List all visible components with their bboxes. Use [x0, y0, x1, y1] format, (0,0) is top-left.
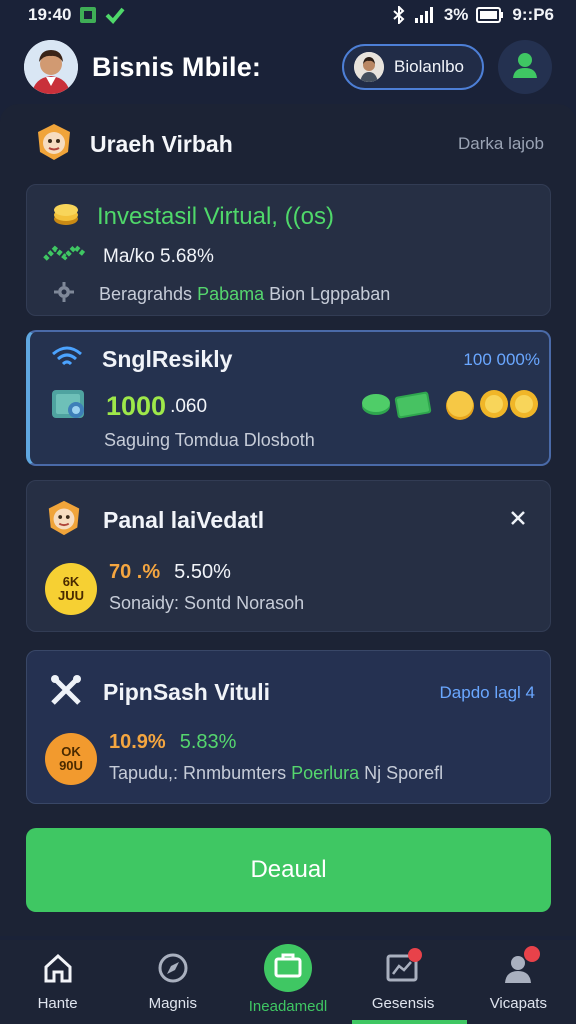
card-title-row: Panal laiVedatl — [45, 499, 264, 542]
status-clock-right: 9::P6 — [512, 5, 554, 24]
coin-badge-bottom: JUU — [57, 588, 84, 603]
active-bubble — [263, 943, 312, 992]
money-coins-illustration-icon — [360, 384, 540, 429]
card-stat-row: Ma/ko 5.68% — [43, 243, 214, 271]
coin-badge: OK 90U — [45, 733, 97, 785]
wifi-icon — [50, 344, 84, 375]
card-stat-row: 70 .% 5.50% — [109, 561, 231, 584]
mascot-icon — [34, 122, 74, 167]
caption-prefix: Tapudu,: Rnmbumters — [109, 763, 292, 783]
coin-badge-top: 6K — [62, 574, 80, 589]
nav-item-magnis[interactable]: Magnis — [115, 940, 230, 1024]
app-header: Bisnis Mbile: Biolanlbo — [0, 36, 576, 98]
panel-card[interactable]: Panal laiVedatl 6K JUU 70 .% 5.50% Sonai… — [26, 480, 551, 632]
nav-item-vicapats[interactable]: Vicapats — [461, 940, 576, 1024]
user-icon — [512, 51, 538, 84]
briefcase-icon — [274, 952, 302, 983]
coin-badge: 6K JUU — [45, 563, 97, 615]
nav-label: Gesensis — [371, 995, 435, 1012]
card-title-row: SnglResikly 100 000% — [50, 344, 540, 375]
gear-icon — [53, 281, 75, 308]
card-stat: Ma/ko 5.68% — [103, 246, 214, 267]
safe-icon — [50, 386, 88, 427]
card-caption-row: Tapudu,: Rnmbumters Poerlura Nj Sporefl — [109, 763, 443, 784]
chart-board-icon — [386, 948, 423, 989]
card-title: Panal laiVedatl — [103, 507, 265, 533]
avatar[interactable] — [24, 40, 78, 94]
investment-card[interactable]: Investasil Virtual, ((os) Ma/ko 5.68% Be… — [26, 184, 551, 316]
status-right: 3% 9::P6 — [392, 5, 554, 25]
nav-label: Hante — [37, 995, 78, 1012]
card-caption-row: Beragrahds Pabama Bion Lgppaban — [53, 281, 390, 308]
caption-highlight: Pabama — [197, 284, 265, 304]
card-caption: Sonaidy: Sontd Norasoh — [109, 593, 305, 613]
app-notification-icon — [79, 6, 97, 24]
section-header: Uraeh Virbah Darka lajob — [34, 120, 544, 168]
caption-suffix: Nj Sporefl — [359, 763, 444, 783]
battery-percent: 3% — [443, 5, 469, 24]
active-tab-indicator — [352, 1020, 467, 1024]
bluetooth-icon — [392, 6, 406, 24]
nav-label: Magnis — [148, 995, 197, 1012]
status-time: 19:40 — [28, 5, 72, 24]
amount-main: 1000 — [106, 391, 167, 421]
card-title: SnglResikly — [102, 346, 233, 372]
section-link[interactable]: Darka lajob — [458, 134, 544, 154]
pct-white: 5.50% — [174, 561, 231, 583]
account-label: Biolanlbo — [394, 57, 464, 76]
status-left: 19:40 — [28, 5, 126, 25]
account-switcher-button[interactable]: Biolanlbo — [342, 44, 484, 90]
home-icon — [42, 952, 74, 989]
card-caption-row: Sonaidy: Sontd Norasoh — [109, 593, 304, 614]
section-title: Uraeh Virbah — [90, 130, 233, 157]
app-title: Bisnis Mbile: — [92, 51, 262, 82]
nav-item-ineadamedl[interactable]: Ineadamedl — [230, 940, 345, 1024]
card-caption: Saguing Tomdua Dlosboth — [104, 430, 315, 450]
close-button[interactable] — [504, 503, 532, 531]
money-stack-icon — [43, 243, 87, 271]
coins-icon — [51, 199, 81, 234]
card-title: Investasil Virtual, ((os) — [97, 202, 334, 230]
vault-card[interactable]: PipnSash Vituli Dapdo lagl 4 OK 90U 10.9… — [26, 650, 551, 804]
close-icon — [510, 502, 526, 533]
mascot-icon — [45, 499, 83, 542]
card-title-row: Investasil Virtual, ((os) — [51, 199, 334, 234]
card-right-value: 100 000% — [463, 349, 540, 369]
caption-highlight: Poerlura — [291, 763, 360, 783]
profile-button[interactable] — [498, 40, 552, 94]
pct-orange: 70 .% — [109, 561, 161, 583]
card-stat-row: 10.9% 5.83% — [109, 731, 236, 754]
notification-dot — [524, 946, 541, 962]
bottom-nav: Hante Magnis Ineadamedl Gesensis Vicapat… — [0, 940, 576, 1024]
check-shield-icon — [105, 6, 126, 24]
battery-icon — [476, 7, 504, 23]
status-bar: 19:40 3% 9::P6 — [0, 0, 576, 30]
account-avatar-icon — [354, 52, 385, 82]
card-caption-row: Saguing Tomdua Dlosboth — [104, 430, 315, 451]
signal-icon — [414, 6, 436, 24]
nav-item-home[interactable]: Hante — [0, 940, 115, 1024]
single-risk-card[interactable]: SnglResikly 100 000% 1000 .060 Saguing T… — [26, 330, 551, 466]
amount-suffix: .060 — [170, 395, 208, 417]
card-title-row: PipnSash Vituli Dapdo lagl 4 — [49, 673, 535, 712]
caption-prefix: Beragrahds — [99, 284, 198, 304]
tools-icon — [49, 673, 83, 712]
user-icon — [502, 946, 541, 989]
pct-green: 5.83% — [179, 731, 237, 753]
nav-item-gesensis[interactable]: Gesensis — [346, 940, 461, 1024]
nav-label: Vicapats — [489, 995, 547, 1012]
card-title: PipnSash Vituli — [103, 679, 270, 705]
caption-suffix: Bion Lgppaban — [264, 284, 391, 304]
compass-icon — [157, 952, 189, 989]
primary-action-button[interactable]: Deaual — [26, 828, 551, 912]
coin-badge-top: OK — [61, 744, 81, 759]
card-amount-row: 1000 .060 — [50, 384, 540, 429]
pct-orange: 10.9% — [109, 731, 166, 753]
nav-label: Ineadamedl — [248, 997, 328, 1015]
main-panel: Uraeh Virbah Darka lajob Investasil Virt… — [0, 104, 576, 936]
card-right-link[interactable]: Dapdo lagl 4 — [440, 683, 535, 703]
coin-badge-bottom: 90U — [59, 758, 83, 773]
